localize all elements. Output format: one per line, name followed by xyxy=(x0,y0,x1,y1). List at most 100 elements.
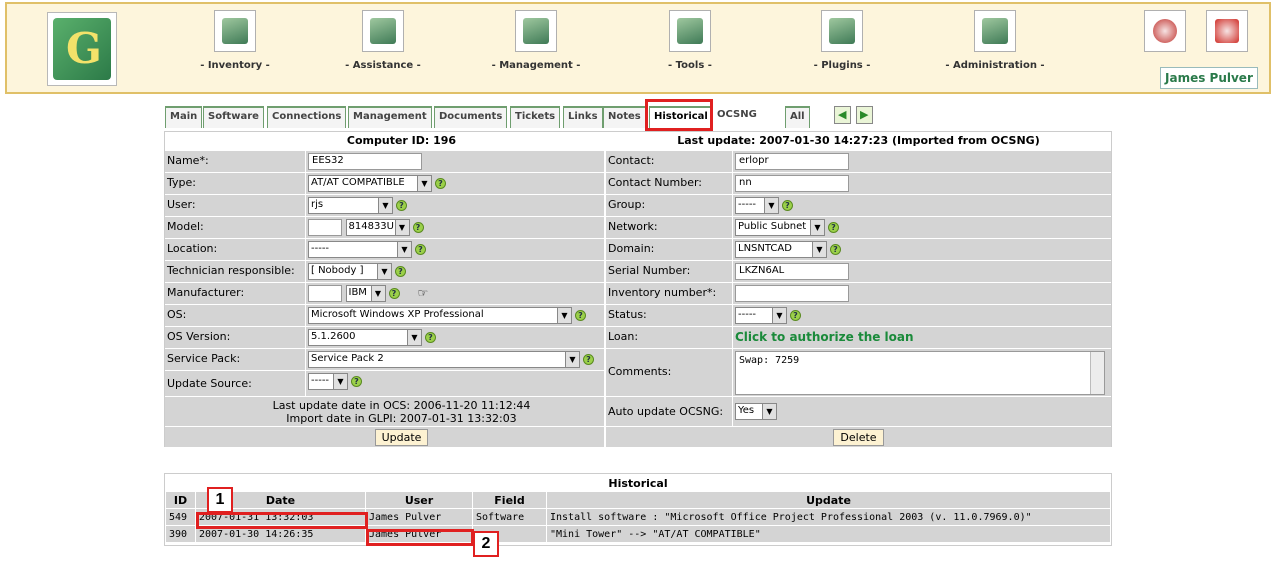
contact-number-input[interactable]: nn xyxy=(735,175,849,192)
nav-inventory-label: - Inventory - xyxy=(200,60,270,71)
tab-tickets[interactable]: Tickets xyxy=(510,106,561,128)
col-id[interactable]: ID xyxy=(165,491,196,509)
computer-id-title: Computer ID: 196 xyxy=(165,132,638,150)
status-select[interactable]: ----- xyxy=(735,307,787,324)
help-icon[interactable]: ? xyxy=(425,332,436,343)
row-update: Install software : "Microsoft Office Pro… xyxy=(546,508,1111,526)
help-icon[interactable]: ? xyxy=(830,244,841,255)
type-select[interactable]: AT/AT COMPATIBLE xyxy=(308,175,432,192)
os-label: OS: xyxy=(165,305,305,326)
os-version-select[interactable]: 5.1.2600 xyxy=(308,329,422,346)
management-icon xyxy=(515,10,557,52)
update-button[interactable]: Update xyxy=(374,429,429,446)
row-os: OS: Microsoft Windows XP Professional? xyxy=(165,304,638,326)
col-user[interactable]: User xyxy=(365,491,473,509)
network-select[interactable]: Public Subnet xyxy=(735,219,825,236)
tab-notes[interactable]: Notes xyxy=(603,106,646,128)
col-update[interactable]: Update xyxy=(546,491,1111,509)
tab-documents[interactable]: Documents xyxy=(434,106,508,128)
manufacturer-text-input[interactable] xyxy=(308,285,342,302)
row-inventory-number: Inventory number*: xyxy=(606,282,1111,304)
group-select[interactable]: ----- xyxy=(735,197,779,214)
contact-input[interactable]: erlopr xyxy=(735,153,849,170)
comments-label: Comments: xyxy=(606,349,732,396)
help-icon[interactable]: ? xyxy=(583,354,594,365)
help-icon[interactable]: ? xyxy=(395,266,406,277)
manufacturer-select[interactable]: IBM xyxy=(345,285,386,302)
highlight-historical-tab xyxy=(645,99,713,131)
highlight-date-cell xyxy=(196,512,368,529)
row-id: 549 xyxy=(165,508,196,526)
auto-update-label: Auto update OCSNG: xyxy=(606,397,732,426)
tab-connections[interactable]: Connections xyxy=(267,106,347,128)
row-comments: Comments: Swap: 7259 xyxy=(606,348,1111,396)
tab-all[interactable]: All xyxy=(785,106,810,128)
tab-management[interactable]: Management xyxy=(348,106,432,128)
row-type: Type: AT/AT COMPATIBLE? xyxy=(165,172,638,194)
user-select[interactable]: rjs xyxy=(308,197,393,214)
delete-button[interactable]: Delete xyxy=(833,429,884,446)
nav-assistance[interactable]: - Assistance - xyxy=(323,10,443,71)
row-user: James Pulver xyxy=(365,508,473,526)
model-select[interactable]: 814833U xyxy=(345,219,410,236)
model-text-input[interactable] xyxy=(308,219,342,236)
serial-input[interactable]: LKZN6AL xyxy=(735,263,849,280)
previous-arrow-icon[interactable]: ◀ xyxy=(834,106,851,124)
row-service-pack: Service Pack: Service Pack 2? xyxy=(165,348,638,370)
comments-scrollbar[interactable] xyxy=(1090,352,1104,394)
last-update-title: Last update: 2007-01-30 14:27:23 (Import… xyxy=(606,132,1111,150)
status-label: Status: xyxy=(606,305,732,326)
row-model: Model: 814833U? xyxy=(165,216,638,238)
user-label: User: xyxy=(165,195,305,216)
domain-select[interactable]: LNSNTCAD xyxy=(735,241,827,258)
glpi-logo[interactable] xyxy=(47,12,117,86)
next-arrow-icon[interactable]: ▶ xyxy=(856,106,873,124)
tab-links[interactable]: Links xyxy=(563,106,603,128)
os-select[interactable]: Microsoft Windows XP Professional xyxy=(308,307,572,324)
help-lifebuoy-icon[interactable] xyxy=(1144,10,1186,52)
help-icon[interactable]: ? xyxy=(388,288,400,299)
row-auto-update: Auto update OCSNG: Yes xyxy=(606,396,1111,426)
assistance-icon xyxy=(362,10,404,52)
loan-label: Loan: xyxy=(606,327,732,348)
auto-update-select[interactable]: Yes xyxy=(735,403,777,420)
location-select[interactable]: ----- xyxy=(308,241,412,258)
authorize-loan-link[interactable]: Click to authorize the loan xyxy=(735,330,914,344)
help-icon[interactable]: ? xyxy=(415,244,426,255)
help-icon[interactable]: ? xyxy=(412,222,424,233)
technician-select[interactable]: [ Nobody ] xyxy=(308,263,392,280)
comments-text: Swap: 7259 xyxy=(739,355,800,366)
help-icon[interactable]: ? xyxy=(351,376,362,387)
logout-icon[interactable] xyxy=(1206,10,1248,52)
col-field[interactable]: Field xyxy=(472,491,547,509)
nav-tools[interactable]: - Tools - xyxy=(630,10,750,71)
nav-management-label: - Management - xyxy=(491,60,581,71)
update-row: Update xyxy=(165,426,638,447)
form-left-column: Computer ID: 196 Name*: EES32 Type: AT/A… xyxy=(165,132,638,448)
nav-management[interactable]: - Management - xyxy=(476,10,596,71)
hand-pointer-icon[interactable]: ☞ xyxy=(418,286,429,300)
nav-plugins[interactable]: - Plugins - xyxy=(782,10,902,71)
row-name: Name*: EES32 xyxy=(165,150,638,172)
tab-software[interactable]: Software xyxy=(203,106,264,128)
help-icon[interactable]: ? xyxy=(575,310,586,321)
help-icon[interactable]: ? xyxy=(782,200,793,211)
update-source-select[interactable]: ----- xyxy=(308,373,348,390)
tab-ocsng[interactable]: OCSNG xyxy=(713,106,761,128)
comments-textarea[interactable]: Swap: 7259 xyxy=(735,351,1105,395)
nav-administration[interactable]: - Administration - xyxy=(935,10,1055,71)
row-location: Location: -----? xyxy=(165,238,638,260)
name-input[interactable]: EES32 xyxy=(308,153,422,170)
tab-main[interactable]: Main xyxy=(165,106,203,128)
row-update-source: Update Source: -----? xyxy=(165,370,638,396)
help-icon[interactable]: ? xyxy=(828,222,839,233)
inventory-number-input[interactable] xyxy=(735,285,849,302)
help-icon[interactable]: ? xyxy=(396,200,407,211)
nav-inventory[interactable]: - Inventory - xyxy=(175,10,295,71)
help-icon[interactable]: ? xyxy=(790,310,801,321)
user-button[interactable]: James Pulver xyxy=(1160,67,1258,89)
service-pack-select[interactable]: Service Pack 2 xyxy=(308,351,580,368)
help-icon[interactable]: ? xyxy=(435,178,446,189)
row-serial: Serial Number: LKZN6AL xyxy=(606,260,1111,282)
administration-icon xyxy=(974,10,1016,52)
